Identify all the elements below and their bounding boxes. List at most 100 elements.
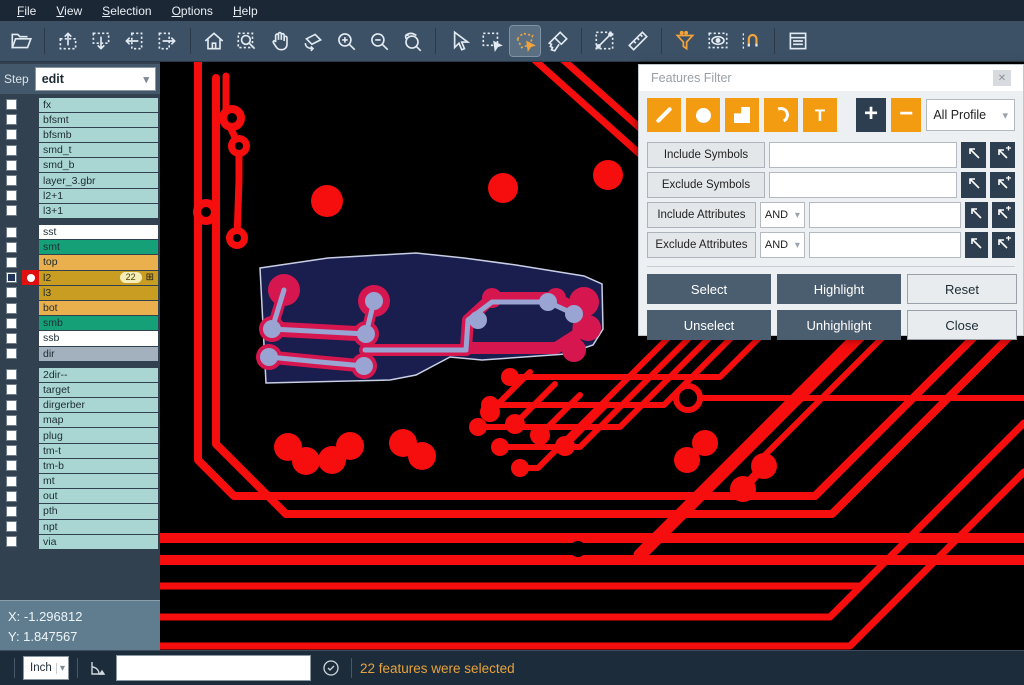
layer-row-dir[interactable]: dir [0,346,160,361]
layer-row-target[interactable]: target [0,382,160,397]
layer-visibility-checkbox[interactable] [0,205,22,216]
profile-select[interactable]: All Profile ▾ [926,99,1015,131]
select-rectangle-button[interactable] [477,26,507,56]
layer-visibility-checkbox[interactable] [0,384,22,395]
unhighlight-button[interactable]: Unhighlight [777,310,901,340]
layer-name[interactable]: dirgerber [39,398,158,412]
layer-row-l3[interactable]: l3 [0,285,160,300]
layer-name[interactable]: smb [39,316,158,330]
redraw-view-button[interactable] [298,26,328,56]
units-select[interactable]: Inch ▾ [23,656,69,680]
layer-name[interactable]: out [39,489,158,503]
layer-visibility-checkbox[interactable] [0,303,22,314]
layer-row-bfsmb[interactable]: bfsmb [0,127,160,142]
layer-name[interactable]: l2+1 [39,189,158,203]
layer-visibility-checkbox[interactable] [0,99,22,110]
layer-name[interactable]: top [39,255,158,269]
layer-row-smb[interactable]: smb [0,316,160,331]
pad-feature-button[interactable] [686,98,720,132]
exclude-symbols-pick-add-button[interactable] [990,172,1015,198]
zoom-out-button[interactable] [364,26,394,56]
dialog-close-icon[interactable]: ✕ [993,70,1011,86]
layer-name[interactable]: npt [39,520,158,534]
layer-row-pth[interactable]: pth [0,504,160,519]
layer-row-plug[interactable]: plug [0,428,160,443]
refresh-icon[interactable] [319,656,343,680]
layer-row-tm-b[interactable]: tm-b [0,458,160,473]
layer-row-bfsmt[interactable]: bfsmt [0,112,160,127]
exclude-attributes-operator-select[interactable]: AND▾ [760,232,805,258]
menu-selection[interactable]: Selection [93,2,160,20]
angle-corner-icon[interactable] [86,656,110,680]
layer-row-l3+1[interactable]: l3+1 [0,203,160,218]
text-feature-button[interactable]: T [803,98,837,132]
layer-name[interactable]: l3 [39,286,158,300]
layer-name[interactable]: smd_t [39,143,158,157]
include-symbols-pick-add-button[interactable] [990,142,1015,168]
highlight-button[interactable]: Highlight [777,274,901,304]
layer-name[interactable]: target [39,383,158,397]
layer-name[interactable]: map [39,413,158,427]
include-attributes-pick-add-button[interactable] [992,202,1015,228]
select-arrow-button[interactable] [444,26,474,56]
pan-hand-button[interactable] [265,26,295,56]
layer-row-bot[interactable]: bot [0,300,160,315]
include-attributes-pick-button[interactable] [965,202,988,228]
zoom-in-button[interactable] [331,26,361,56]
layer-visibility-checkbox[interactable] [0,536,22,547]
move-view-down-button[interactable] [86,26,116,56]
unselect-button[interactable]: Unselect [647,310,771,340]
layer-row-top[interactable]: top [0,255,160,270]
layer-row-mt[interactable]: mt [0,474,160,489]
open-file-button[interactable] [6,26,36,56]
layer-name[interactable]: bfsmt [39,113,158,127]
layer-visibility-checkbox[interactable] [0,348,22,359]
layer-row-sst[interactable]: sst [0,225,160,240]
positive-polarity-button[interactable]: + [856,98,886,132]
layer-name[interactable]: bot [39,301,158,315]
layer-name[interactable]: sst [39,225,158,239]
reset-button[interactable]: Reset [907,274,1017,304]
layer-visibility-checkbox[interactable] [0,129,22,140]
layer-visibility-checkbox[interactable] [0,476,22,487]
layer-visibility-checkbox[interactable] [0,242,22,253]
layer-name[interactable]: smd_b [39,158,158,172]
layer-name[interactable]: dir [39,347,158,361]
layer-name[interactable]: 2dir-- [39,368,158,382]
layer-visibility-checkbox[interactable] [0,175,22,186]
measure-ruler-button[interactable] [623,26,653,56]
layer-visibility-checkbox[interactable] [0,491,22,502]
layer-visibility-checkbox[interactable] [0,145,22,156]
layer-visibility-checkbox[interactable] [0,506,22,517]
exclude-attributes-pick-add-button[interactable] [992,232,1015,258]
menu-options[interactable]: Options [163,2,222,20]
menu-view[interactable]: View [47,2,91,20]
layer-name[interactable]: tm-t [39,444,158,458]
layer-name[interactable]: fx [39,98,158,112]
move-view-left-button[interactable] [119,26,149,56]
layer-visibility-checkbox[interactable] [0,445,22,456]
exclude-symbols-pick-button[interactable] [961,172,986,198]
layer-name[interactable]: bfsmb [39,128,158,142]
exclude-symbols-button[interactable]: Exclude Symbols [647,172,765,198]
negative-polarity-button[interactable]: − [891,98,921,132]
surface-feature-button[interactable] [725,98,759,132]
layer-row-dirgerber[interactable]: dirgerber [0,398,160,413]
exclude-attributes-pick-button[interactable] [965,232,988,258]
layer-visibility-checkbox[interactable] [0,369,22,380]
layer-name[interactable]: mt [39,474,158,488]
exclude-attributes-button[interactable]: Exclude Attributes [647,232,756,258]
include-attributes-button[interactable]: Include Attributes [647,202,756,228]
move-view-right-button[interactable] [152,26,182,56]
layer-name[interactable]: smt [39,240,158,254]
layer-row-smd_b[interactable]: smd_b [0,158,160,173]
layer-row-out[interactable]: out [0,489,160,504]
layer-visibility-checkbox[interactable] [0,318,22,329]
include-attributes-operator-select[interactable]: AND▾ [760,202,805,228]
layer-visibility-checkbox[interactable] [0,160,22,171]
layer-visibility-checkbox[interactable] [0,114,22,125]
select-button[interactable]: Select [647,274,771,304]
move-view-up-button[interactable] [53,26,83,56]
layer-name[interactable]: tm-b [39,459,158,473]
layer-name[interactable]: plug [39,428,158,442]
